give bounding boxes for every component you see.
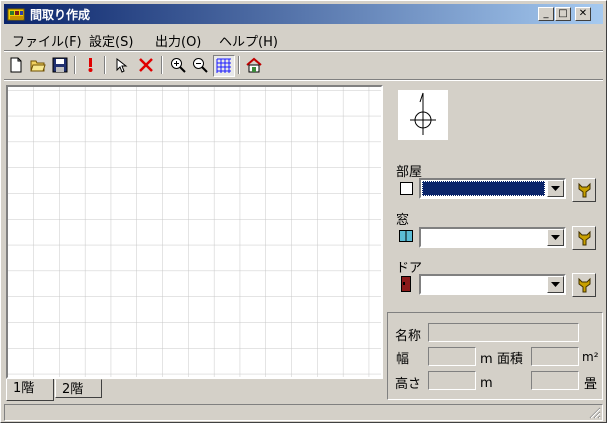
status-panel <box>4 404 603 421</box>
minimize-icon: _ <box>543 8 549 19</box>
status-bar <box>4 404 603 421</box>
maximize-button[interactable]: □ <box>555 7 571 21</box>
window-select[interactable] <box>419 227 566 248</box>
pin-icon[interactable] <box>80 55 100 75</box>
window-title: 間取り作成 <box>30 8 91 22</box>
width-unit: m <box>480 352 493 367</box>
delete-x-icon[interactable] <box>136 55 156 75</box>
app-icon <box>7 6 25 22</box>
door-settings-button[interactable] <box>572 273 596 297</box>
window-settings-button[interactable] <box>572 226 596 250</box>
grid <box>8 87 381 377</box>
room-select[interactable] <box>419 178 566 199</box>
minimize-button[interactable]: _ <box>538 7 554 21</box>
tab-floor-2[interactable]: 2階 <box>55 379 102 398</box>
area-field <box>531 347 579 366</box>
menu-bar: ファイル(F) 設定(S) 出力(O) ヘルプ(H) <box>4 28 603 50</box>
window-swatch-icon <box>399 230 413 242</box>
room-swatch-icon <box>400 182 413 195</box>
grid-icon[interactable] <box>213 55 235 77</box>
wrench-icon <box>578 230 591 246</box>
menu-file[interactable]: ファイル(F) <box>12 31 82 50</box>
open-folder-icon[interactable] <box>28 55 48 75</box>
chevron-down-icon[interactable] <box>547 276 564 293</box>
floor-plan-canvas[interactable] <box>6 85 383 379</box>
resize-grip-icon[interactable] <box>589 407 601 419</box>
name-label: 名称 <box>395 329 422 344</box>
door-select[interactable] <box>419 274 566 295</box>
width-field <box>428 347 476 366</box>
menu-settings[interactable]: 設定(S) <box>89 31 133 50</box>
close-icon: ✕ <box>578 8 588 19</box>
tatami-field <box>531 371 579 390</box>
tatami-unit: 畳 <box>584 377 598 392</box>
wrench-icon <box>578 277 591 293</box>
toolbar-separator <box>238 56 240 74</box>
maximize-icon: □ <box>558 8 568 19</box>
toolbar-separator <box>161 56 163 74</box>
house-icon[interactable] <box>244 55 264 75</box>
zoom-out-icon[interactable] <box>190 55 210 75</box>
height-label: 高さ <box>395 377 422 392</box>
door-selected-value <box>422 277 545 292</box>
height-field <box>428 371 476 390</box>
app-window: 間取り作成 _ □ ✕ ファイル(F) 設定(S) 出力(O) ヘルプ(H) 1… <box>0 0 607 423</box>
chevron-down-icon[interactable] <box>547 180 564 197</box>
room-settings-button[interactable] <box>572 178 596 202</box>
save-icon[interactable] <box>50 55 70 75</box>
toolbar-separator <box>74 56 76 74</box>
tab-floor-1[interactable]: 1階 <box>6 379 54 401</box>
toolbar-divider <box>4 79 603 81</box>
menu-help[interactable]: ヘルプ(H) <box>219 31 278 50</box>
area-label: 面積 <box>497 352 524 367</box>
height-unit: m <box>480 376 493 391</box>
close-button[interactable]: ✕ <box>575 7 591 21</box>
new-file-icon[interactable] <box>6 55 26 75</box>
toolbar <box>4 52 603 78</box>
area-unit: m² <box>582 350 599 364</box>
compass-north-indicator <box>398 90 448 140</box>
select-arrow-icon[interactable] <box>112 55 132 75</box>
toolbar-separator <box>104 56 106 74</box>
title-bar[interactable]: 間取り作成 _ □ ✕ <box>4 4 603 24</box>
chevron-down-icon[interactable] <box>547 229 564 246</box>
menu-output[interactable]: 出力(O) <box>155 31 201 50</box>
zoom-in-icon[interactable] <box>168 55 188 75</box>
window-selected-value <box>422 230 545 245</box>
wrench-icon <box>578 182 591 198</box>
door-swatch-icon <box>401 276 411 292</box>
room-selected-value <box>422 181 545 196</box>
name-field <box>428 323 579 342</box>
width-label: 幅 <box>396 352 410 367</box>
window-label: 窓 <box>396 213 410 228</box>
